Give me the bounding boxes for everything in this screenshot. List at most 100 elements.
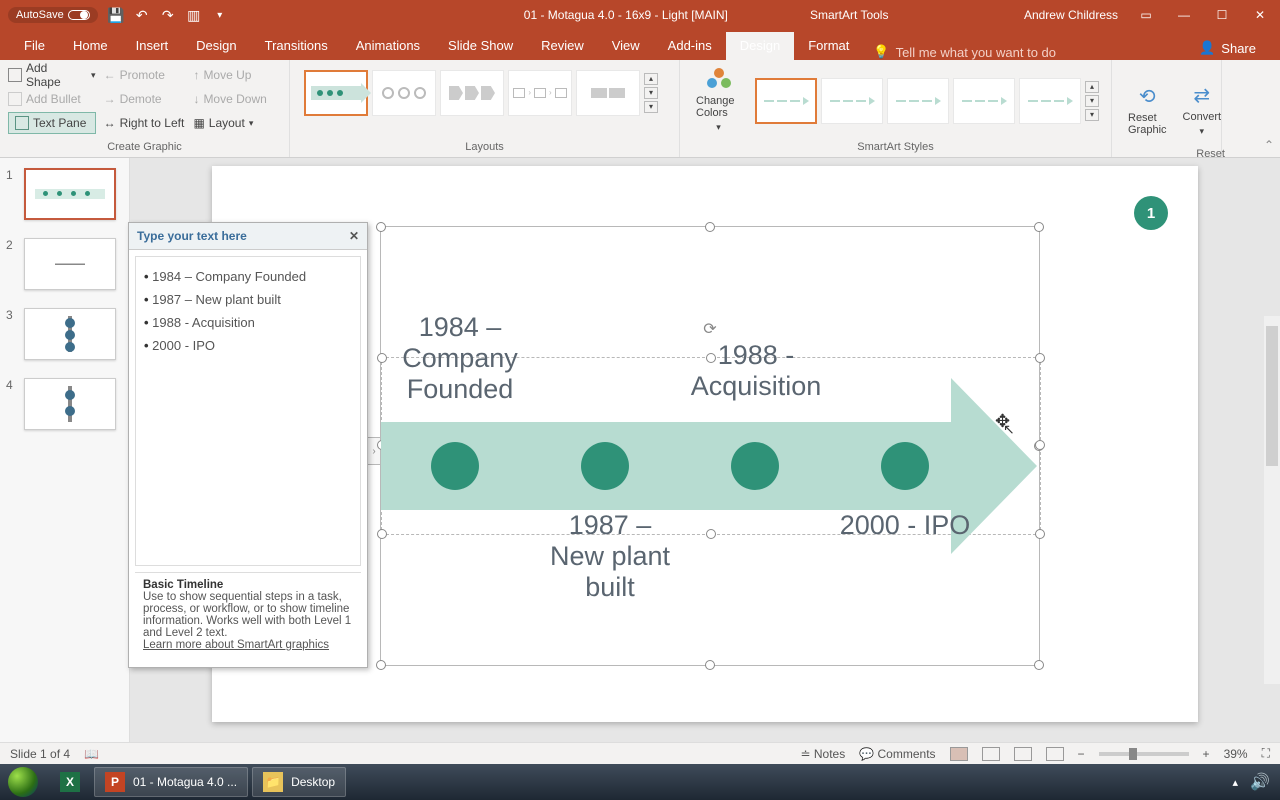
style-item-3[interactable] bbox=[887, 78, 949, 124]
windows-icon bbox=[8, 767, 38, 797]
convert-button[interactable]: ⇄ Convert▾ bbox=[1175, 64, 1230, 155]
timeline-dot-3[interactable] bbox=[731, 442, 779, 490]
spellcheck-icon[interactable]: 📖 bbox=[84, 747, 99, 761]
excel-taskbar-button[interactable]: X bbox=[50, 767, 90, 797]
layout-button[interactable]: ▦Layout▾ bbox=[193, 112, 281, 134]
timeline-dot-4[interactable] bbox=[881, 442, 929, 490]
move-down-button[interactable]: ↓Move Down bbox=[193, 88, 281, 110]
layout-item-3[interactable] bbox=[440, 70, 504, 116]
tab-home[interactable]: Home bbox=[59, 32, 122, 60]
status-bar: Slide 1 of 4 📖 ≐ Notes 💬 Comments − + 39… bbox=[0, 742, 1280, 764]
normal-view-button[interactable] bbox=[950, 747, 968, 761]
timeline-label-3[interactable]: 1988 - Acquisition bbox=[681, 340, 831, 402]
style-item-2[interactable] bbox=[821, 78, 883, 124]
tab-review[interactable]: Review bbox=[527, 32, 598, 60]
start-from-beginning-icon[interactable]: ▥ bbox=[186, 7, 202, 23]
reading-view-button[interactable] bbox=[1014, 747, 1032, 761]
sorter-view-button[interactable] bbox=[982, 747, 1000, 761]
timeline-label-4[interactable]: 2000 - IPO bbox=[835, 510, 975, 541]
zoom-in-button[interactable]: + bbox=[1203, 747, 1210, 761]
slide-thumb-2[interactable]: ▬▬▬▬▬▬ bbox=[24, 238, 116, 290]
layout-item-4[interactable]: ›› bbox=[508, 70, 572, 116]
qat-dropdown-icon[interactable]: ▾ bbox=[212, 7, 228, 23]
tab-animations[interactable]: Animations bbox=[342, 32, 434, 60]
tab-addins[interactable]: Add-ins bbox=[654, 32, 726, 60]
tray-chevron-icon[interactable]: ▴ bbox=[1233, 776, 1239, 789]
layouts-gallery[interactable]: ›› ▴ ▾ ▾ bbox=[298, 64, 671, 122]
move-up-button[interactable]: ↑Move Up bbox=[193, 64, 281, 86]
ribbon: Add Shape▾ Add Bullet Text Pane ←Promote… bbox=[0, 60, 1280, 158]
comments-button[interactable]: 💬 Comments bbox=[859, 747, 935, 761]
tell-me-placeholder: Tell me what you want to do bbox=[896, 45, 1056, 60]
zoom-level[interactable]: 39% bbox=[1224, 747, 1248, 761]
slide-counter[interactable]: Slide 1 of 4 bbox=[10, 747, 70, 761]
layout-item-1[interactable] bbox=[304, 70, 368, 116]
style-item-1[interactable] bbox=[755, 78, 817, 124]
timeline-dot-2[interactable] bbox=[581, 442, 629, 490]
powerpoint-taskbar-button[interactable]: P01 - Motagua 4.0 ... bbox=[94, 767, 248, 797]
text-pane-item[interactable]: 2000 - IPO bbox=[144, 334, 352, 357]
slideshow-view-button[interactable] bbox=[1046, 747, 1064, 761]
zoom-out-button[interactable]: − bbox=[1078, 747, 1085, 761]
gallery-up-icon[interactable]: ▴ bbox=[644, 73, 658, 85]
reset-graphic-button[interactable]: ⟲ Reset Graphic bbox=[1120, 64, 1175, 155]
text-pane-item[interactable]: 1987 – New plant built bbox=[144, 288, 352, 311]
smartart-selection-box[interactable]: › ⟳ 1984 – Company Founded bbox=[380, 226, 1040, 666]
tab-view[interactable]: View bbox=[598, 32, 654, 60]
text-pane-editor[interactable]: 1984 – Company Founded 1987 – New plant … bbox=[135, 256, 361, 566]
slide-thumb-1[interactable] bbox=[24, 168, 116, 220]
notes-button[interactable]: ≐ Notes bbox=[800, 747, 845, 761]
user-name[interactable]: Andrew Childress bbox=[1024, 8, 1118, 22]
tab-insert[interactable]: Insert bbox=[122, 32, 183, 60]
tab-file[interactable]: File bbox=[10, 32, 59, 60]
zoom-slider[interactable] bbox=[1099, 752, 1189, 756]
tell-me-input[interactable]: 💡 Tell me what you want to do bbox=[873, 44, 1056, 60]
timeline-dot-1[interactable] bbox=[431, 442, 479, 490]
tab-smartart-format[interactable]: Format bbox=[794, 32, 863, 60]
autosave-toggle[interactable]: AutoSave bbox=[8, 7, 98, 23]
text-pane-window[interactable]: Type your text here ✕ 1984 – Company Fou… bbox=[128, 222, 368, 668]
gallery-down-icon[interactable]: ▾ bbox=[644, 87, 658, 99]
styles-more-icon[interactable]: ▾ bbox=[1085, 109, 1099, 121]
add-shape-button[interactable]: Add Shape▾ bbox=[8, 64, 96, 86]
text-pane-close-icon[interactable]: ✕ bbox=[349, 229, 359, 243]
style-item-5[interactable] bbox=[1019, 78, 1081, 124]
demote-button[interactable]: →Demote bbox=[104, 88, 186, 110]
undo-icon[interactable]: ↶ bbox=[134, 7, 150, 23]
ribbon-display-icon[interactable]: ▭ bbox=[1136, 8, 1156, 22]
share-button[interactable]: 👤 Share bbox=[1189, 36, 1266, 60]
add-bullet-button[interactable]: Add Bullet bbox=[8, 88, 96, 110]
change-colors-button[interactable]: Change Colors▾ bbox=[688, 64, 749, 137]
vertical-scrollbar[interactable] bbox=[1264, 316, 1280, 684]
timeline-label-2[interactable]: 1987 – New plant built bbox=[545, 510, 675, 603]
styles-up-icon[interactable]: ▴ bbox=[1085, 81, 1099, 93]
explorer-taskbar-button[interactable]: 📁Desktop bbox=[252, 767, 346, 797]
layout-item-5[interactable] bbox=[576, 70, 640, 116]
promote-button[interactable]: ←Promote bbox=[104, 64, 186, 86]
styles-down-icon[interactable]: ▾ bbox=[1085, 95, 1099, 107]
timeline-label-1[interactable]: 1984 – Company Founded bbox=[395, 312, 525, 405]
rotate-handle-icon[interactable]: ⟳ bbox=[703, 319, 716, 339]
tab-design[interactable]: Design bbox=[182, 32, 250, 60]
maximize-icon[interactable]: ☐ bbox=[1212, 8, 1232, 22]
styles-gallery[interactable]: ▴ ▾ ▾ bbox=[749, 72, 1103, 130]
tab-slideshow[interactable]: Slide Show bbox=[434, 32, 527, 60]
layout-item-2[interactable] bbox=[372, 70, 436, 116]
tab-smartart-design[interactable]: Design bbox=[726, 32, 794, 60]
slide-thumb-4[interactable] bbox=[24, 378, 116, 430]
text-pane-button[interactable]: Text Pane bbox=[8, 112, 96, 134]
text-pane-item[interactable]: 1988 - Acquisition bbox=[144, 311, 352, 334]
learn-more-link[interactable]: Learn more about SmartArt graphics bbox=[143, 639, 329, 651]
minimize-icon[interactable]: — bbox=[1174, 8, 1194, 22]
start-button[interactable] bbox=[0, 764, 46, 800]
redo-icon[interactable]: ↷ bbox=[160, 7, 176, 23]
style-item-4[interactable] bbox=[953, 78, 1015, 124]
rtl-button[interactable]: ↔Right to Left bbox=[104, 112, 186, 134]
tab-transitions[interactable]: Transitions bbox=[251, 32, 342, 60]
text-pane-item[interactable]: 1984 – Company Founded bbox=[144, 265, 352, 288]
slide-thumb-3[interactable] bbox=[24, 308, 116, 360]
save-icon[interactable]: 💾 bbox=[108, 7, 124, 23]
text-pane-info: Basic Timeline Use to show sequential st… bbox=[135, 572, 361, 661]
close-icon[interactable]: ✕ bbox=[1250, 8, 1270, 22]
gallery-more-icon[interactable]: ▾ bbox=[644, 101, 658, 113]
